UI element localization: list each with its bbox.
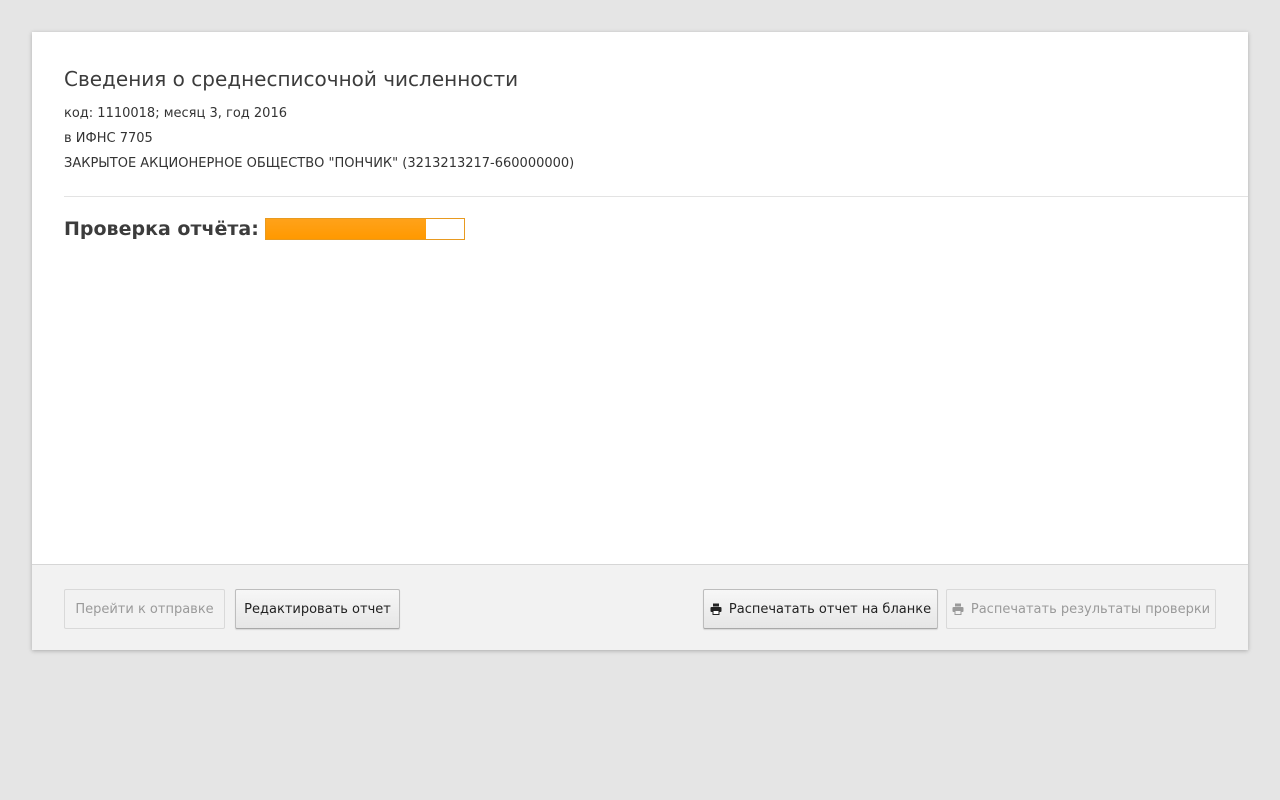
report-organization: ЗАКРЫТОЕ АКЦИОНЕРНОЕ ОБЩЕСТВО "ПОНЧИК" (… [64, 156, 575, 171]
report-code: код: 1110018; месяц 3, год 2016 [64, 106, 287, 121]
check-status: Проверка отчёта: [64, 216, 465, 242]
report-inspection: в ИФНС 7705 [64, 131, 153, 146]
edit-report-label: Редактировать отчет [244, 601, 391, 617]
print-on-form-label: Распечатать отчет на бланке [728, 601, 932, 617]
print-check-results-label: Распечатать результаты проверки [970, 601, 1211, 617]
printer-icon [952, 603, 964, 615]
printer-icon [710, 603, 722, 615]
report-body: Сведения о среднесписочной численности к… [32, 32, 1248, 564]
go-to-send-label: Перейти к отправке [75, 601, 214, 617]
print-check-results-button[interactable]: Распечатать результаты проверки [946, 589, 1216, 629]
report-title: Сведения о среднесписочной численности [64, 67, 519, 91]
edit-report-button[interactable]: Редактировать отчет [235, 589, 400, 629]
print-on-form-button[interactable]: Распечатать отчет на бланке [703, 589, 938, 629]
divider [64, 196, 1248, 197]
go-to-send-button[interactable]: Перейти к отправке [64, 589, 225, 629]
check-progress-fill [265, 219, 427, 239]
report-panel: Сведения о среднесписочной численности к… [32, 32, 1248, 650]
check-progress-bar [264, 218, 465, 240]
check-label: Проверка отчёта: [64, 218, 259, 240]
action-footer: Перейти к отправке Редактировать отчет Р… [32, 564, 1248, 650]
